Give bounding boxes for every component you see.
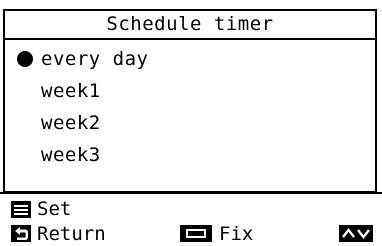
option-label: week2 <box>41 112 101 134</box>
selected-dot-icon <box>17 51 33 67</box>
set-label: Set <box>37 198 72 220</box>
return-label: Return <box>37 223 106 245</box>
remote-controller-screen: Schedule timer every day week1 week2 wee… <box>0 0 382 246</box>
screen-title: Schedule timer <box>5 11 375 40</box>
option-week1[interactable]: week1 <box>5 78 375 104</box>
enter-button-icon <box>180 225 212 242</box>
schedule-timer-panel: Schedule timer every day week1 week2 wee… <box>3 9 377 193</box>
option-label: every day <box>41 48 149 70</box>
option-label: week1 <box>41 80 101 102</box>
menu-icon <box>11 201 31 218</box>
fix-label: Fix <box>219 223 254 245</box>
footer-controls: Return Fix <box>0 222 382 246</box>
up-down-arrows-icon[interactable] <box>339 225 373 242</box>
option-every-day[interactable]: every day <box>5 46 375 72</box>
footer-divider <box>0 192 382 194</box>
option-week2[interactable]: week2 <box>5 110 375 136</box>
option-week3[interactable]: week3 <box>5 142 375 168</box>
return-arrow-icon <box>11 225 31 242</box>
option-label: week3 <box>41 144 101 166</box>
